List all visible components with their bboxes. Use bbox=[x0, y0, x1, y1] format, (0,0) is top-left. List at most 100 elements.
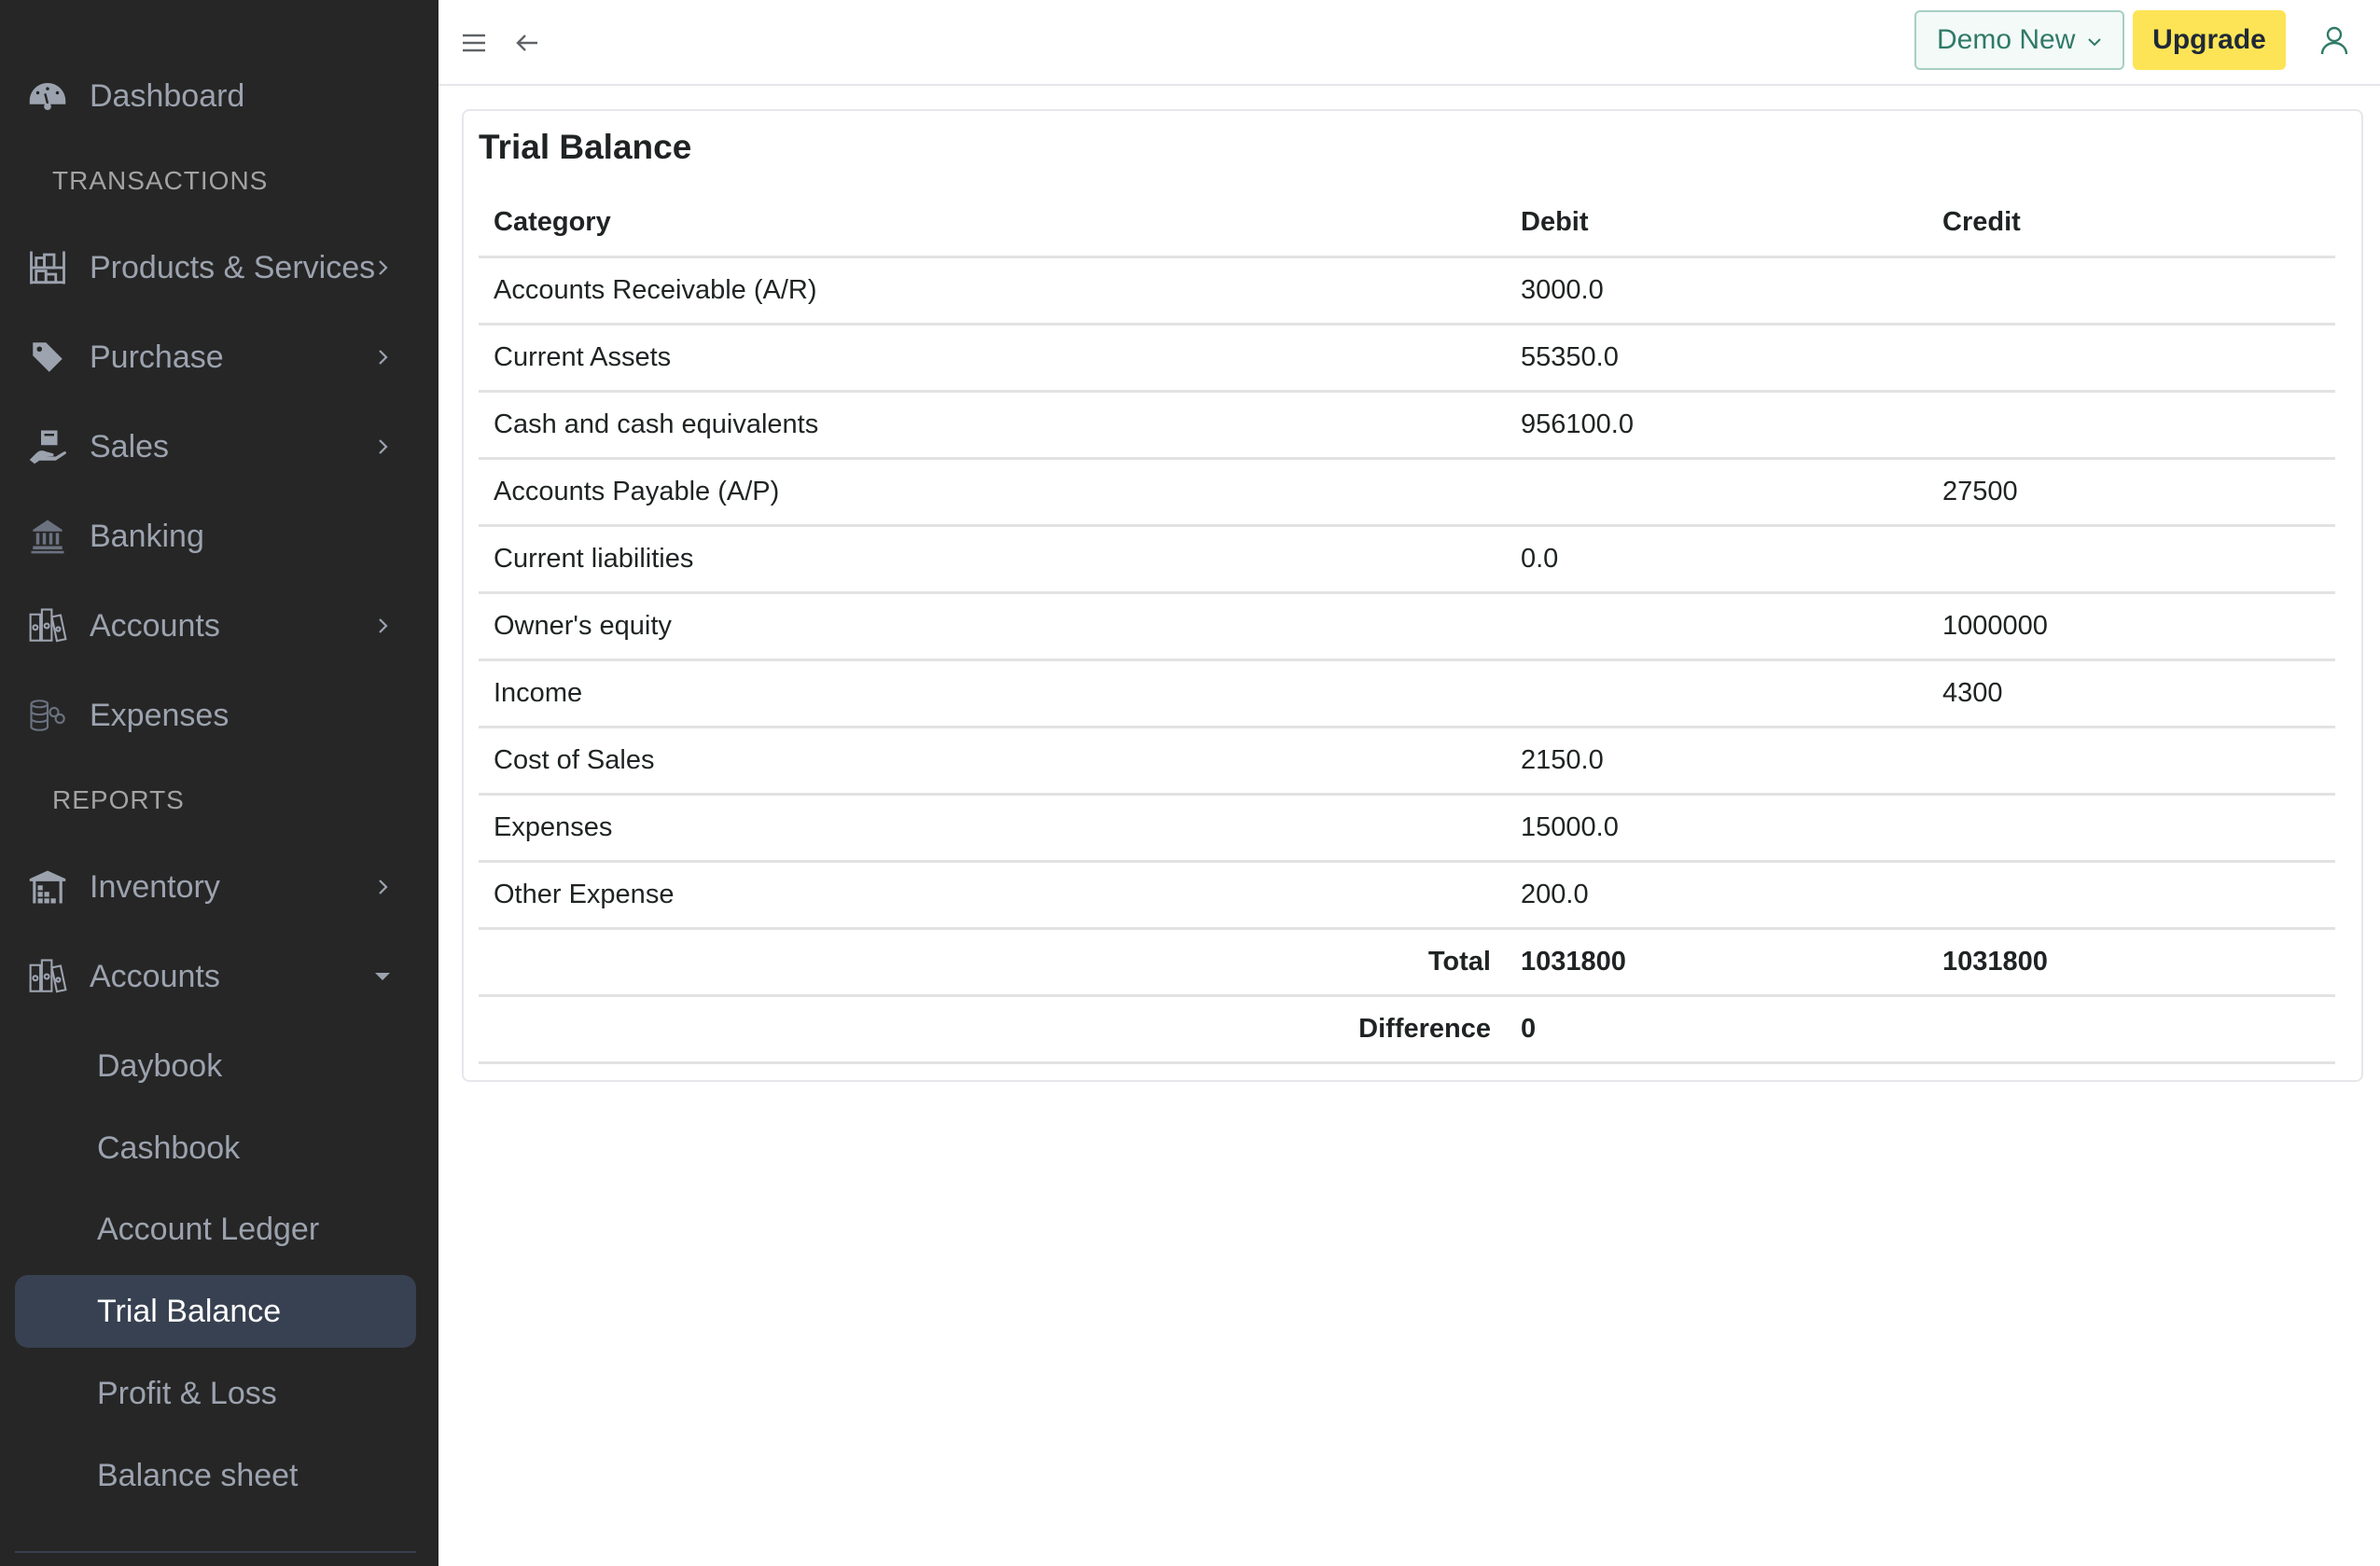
back-button[interactable] bbox=[508, 24, 546, 62]
sidebar: Dashboard TRANSACTIONS Products & Servic… bbox=[0, 0, 438, 1566]
sidebar-item-label: Expenses bbox=[90, 697, 230, 733]
column-header-debit: Debit bbox=[1506, 189, 1928, 258]
binders-icon bbox=[28, 957, 67, 996]
cell-category: Owner's equity bbox=[479, 592, 1506, 661]
total-label: Total bbox=[479, 928, 1506, 997]
cell-credit bbox=[1928, 391, 2335, 460]
cell-debit: 2150.0 bbox=[1506, 727, 1928, 796]
cell-category: Expenses bbox=[479, 794, 1506, 863]
sidebar-subitem-profit-loss[interactable]: Profit & Loss bbox=[15, 1357, 416, 1430]
sidebar-item-sales[interactable]: Sales bbox=[0, 409, 438, 484]
sidebar-item-accounts[interactable]: Accounts bbox=[0, 589, 438, 663]
cell-credit: 4300 bbox=[1928, 659, 2335, 728]
trial-balance-table: Category Debit Credit Accounts Receivabl… bbox=[479, 189, 2335, 1064]
cell-category: Accounts Payable (A/P) bbox=[479, 458, 1506, 527]
table-row: Accounts Payable (A/P) 27500 bbox=[479, 458, 2335, 527]
sidebar-item-dashboard[interactable]: Dashboard bbox=[0, 59, 438, 133]
section-heading-transactions: TRANSACTIONS bbox=[52, 166, 269, 195]
total-debit: 1031800 bbox=[1506, 928, 1928, 997]
cell-debit: 956100.0 bbox=[1506, 391, 1928, 460]
trial-balance-card: Trial Balance Category Debit Credit Acco… bbox=[462, 109, 2363, 1082]
table-row: Accounts Receivable (A/R) 3000.0 bbox=[479, 256, 2335, 326]
cell-category: Accounts Receivable (A/R) bbox=[479, 256, 1506, 326]
cell-credit: 27500 bbox=[1928, 458, 2335, 527]
column-header-category: Category bbox=[479, 189, 1506, 258]
sidebar-item-label: Purchase bbox=[90, 339, 224, 375]
cell-debit bbox=[1506, 592, 1928, 661]
total-credit: 1031800 bbox=[1928, 928, 2335, 997]
sidebar-subitem-label: Trial Balance bbox=[97, 1293, 282, 1329]
sidebar-subitem-label: Cashbook bbox=[97, 1129, 241, 1166]
cell-credit bbox=[1928, 861, 2335, 930]
chevron-right-icon bbox=[379, 260, 388, 275]
cell-credit bbox=[1928, 525, 2335, 594]
sidebar-item-label: Accounts bbox=[90, 958, 220, 994]
dashboard-gauge-icon bbox=[28, 76, 67, 116]
sidebar-subitem-label: Daybook bbox=[97, 1047, 223, 1084]
sidebar-item-label: Sales bbox=[90, 428, 170, 464]
sidebar-item-label: Products & Services bbox=[90, 249, 376, 285]
difference-row: Difference 0 bbox=[479, 995, 2335, 1064]
table-row: Expenses 15000.0 bbox=[479, 794, 2335, 863]
table-row: Current Assets 55350.0 bbox=[479, 324, 2335, 393]
sidebar-item-purchase[interactable]: Purchase bbox=[0, 320, 438, 395]
warehouse-shelves-icon bbox=[28, 248, 67, 287]
sidebar-subitem-daybook[interactable]: Daybook bbox=[15, 1030, 416, 1102]
user-menu-button[interactable] bbox=[2314, 21, 2355, 62]
bank-icon bbox=[28, 517, 67, 556]
cell-category: Other Expense bbox=[479, 861, 1506, 930]
sidebar-subitem-trial-balance[interactable]: Trial Balance bbox=[15, 1275, 416, 1348]
sidebar-item-banking[interactable]: Banking bbox=[0, 499, 438, 574]
top-bar: Demo New Upgrade bbox=[438, 0, 2380, 86]
cell-category: Cash and cash equivalents bbox=[479, 391, 1506, 460]
upgrade-button[interactable]: Upgrade bbox=[2133, 10, 2286, 70]
sidebar-subitem-label: Profit & Loss bbox=[97, 1375, 277, 1411]
arrow-left-icon bbox=[516, 35, 537, 51]
user-icon bbox=[2320, 26, 2348, 55]
sidebar-subitem-label: Account Ledger bbox=[97, 1211, 320, 1247]
cell-debit bbox=[1506, 458, 1928, 527]
cell-category: Cost of Sales bbox=[479, 727, 1506, 796]
cell-category: Current liabilities bbox=[479, 525, 1506, 594]
chevron-right-icon bbox=[379, 350, 388, 365]
cell-debit: 3000.0 bbox=[1506, 256, 1928, 326]
difference-empty bbox=[1928, 995, 2335, 1064]
cell-credit bbox=[1928, 794, 2335, 863]
sidebar-item-label: Dashboard bbox=[90, 77, 245, 114]
sidebar-subitem-cashbook[interactable]: Cashbook bbox=[15, 1112, 416, 1185]
chevron-right-icon bbox=[379, 880, 388, 894]
table-row: Current liabilities 0.0 bbox=[479, 525, 2335, 594]
sidebar-item-products-services[interactable]: Products & Services bbox=[0, 230, 438, 305]
cell-debit: 15000.0 bbox=[1506, 794, 1928, 863]
company-selector-label: Demo New bbox=[1937, 24, 2076, 55]
sidebar-item-inventory[interactable]: Inventory bbox=[0, 850, 438, 924]
company-selector[interactable]: Demo New bbox=[1914, 10, 2124, 70]
sidebar-subitem-balance-sheet[interactable]: Balance sheet bbox=[15, 1439, 416, 1512]
cell-credit: 1000000 bbox=[1928, 592, 2335, 661]
tag-icon bbox=[28, 338, 67, 377]
sidebar-item-label: Accounts bbox=[90, 607, 220, 644]
table-row: Owner's equity 1000000 bbox=[479, 592, 2335, 661]
page-title: Trial Balance bbox=[479, 128, 692, 166]
table-row: Cost of Sales 2150.0 bbox=[479, 727, 2335, 796]
cell-credit bbox=[1928, 256, 2335, 326]
cell-category: Current Assets bbox=[479, 324, 1506, 393]
table-row: Other Expense 200.0 bbox=[479, 861, 2335, 930]
sidebar-subitem-label: Balance sheet bbox=[97, 1457, 299, 1493]
cell-debit: 55350.0 bbox=[1506, 324, 1928, 393]
hand-box-icon bbox=[28, 427, 67, 466]
cell-debit: 0.0 bbox=[1506, 525, 1928, 594]
chevron-down-icon bbox=[2088, 38, 2101, 47]
warehouse-icon bbox=[28, 867, 67, 907]
sidebar-subitem-account-ledger[interactable]: Account Ledger bbox=[15, 1193, 416, 1266]
sidebar-item-accounts-reports[interactable]: Accounts bbox=[0, 939, 438, 1014]
sidebar-item-expenses[interactable]: Expenses bbox=[0, 678, 438, 753]
table-row: Income 4300 bbox=[479, 659, 2335, 728]
menu-toggle-button[interactable] bbox=[455, 24, 493, 62]
sidebar-item-label: Inventory bbox=[90, 868, 220, 905]
cell-credit bbox=[1928, 727, 2335, 796]
column-header-credit: Credit bbox=[1928, 189, 2335, 258]
cell-credit bbox=[1928, 324, 2335, 393]
cell-category: Income bbox=[479, 659, 1506, 728]
hamburger-menu-icon bbox=[463, 34, 485, 52]
